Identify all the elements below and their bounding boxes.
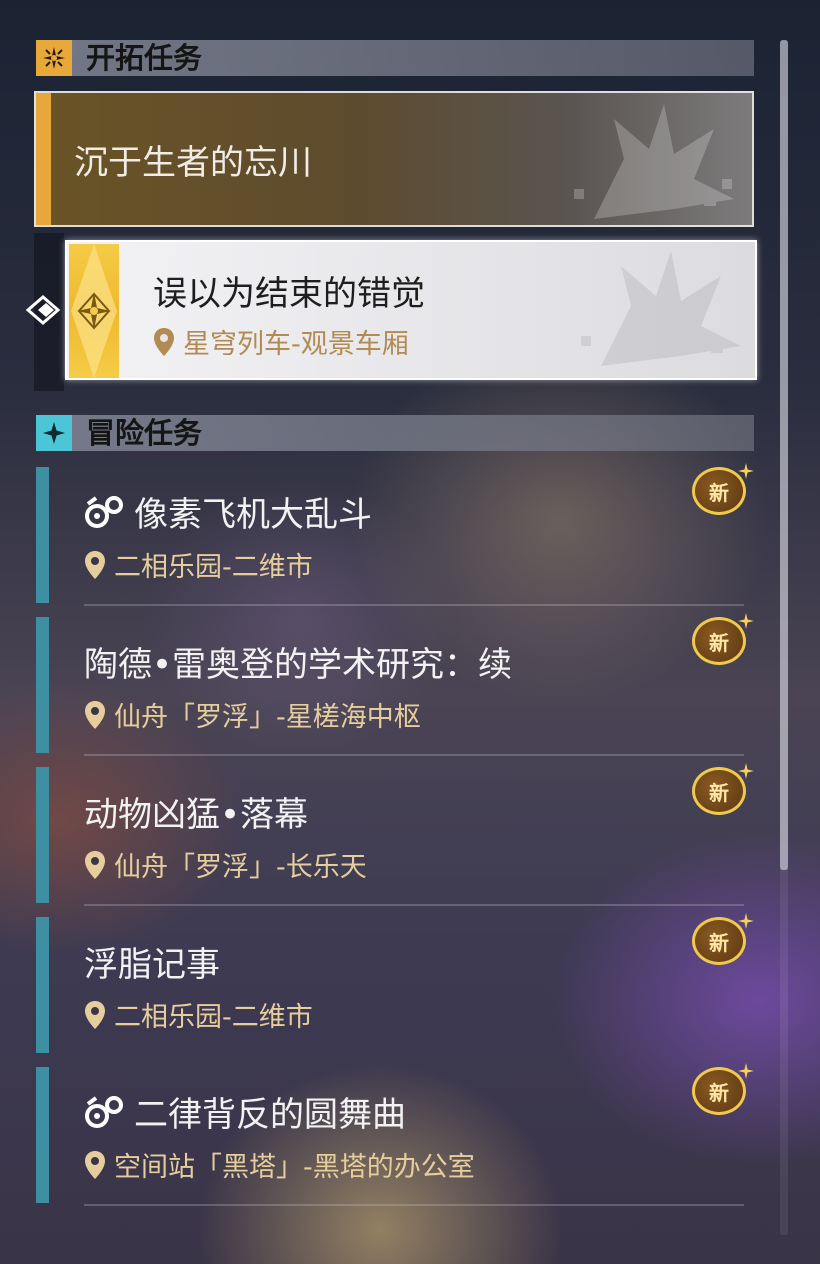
quest-accent-bar [36, 917, 49, 1053]
quest-accent-bar [36, 1067, 49, 1203]
divider [84, 904, 744, 906]
sparkle-icon [738, 913, 754, 929]
sparkle-icon [738, 463, 754, 479]
subquest-title: 误以为结束的错觉 [153, 274, 425, 314]
map-pin-icon [154, 327, 174, 356]
divider [84, 604, 744, 606]
map-pin-icon [85, 850, 105, 879]
subquest-location: 星穹列车-观景车厢 [153, 322, 409, 361]
quest-accent-bar [36, 767, 49, 903]
quest-location-text: 仙舟「罗浮」-长乐天 [114, 852, 367, 883]
quest-location: 仙舟「罗浮」-星槎海中枢 [84, 695, 421, 734]
quest-location: 二相乐园-二维市 [84, 545, 313, 584]
section-title: 开拓任务 [86, 41, 203, 75]
quest-title-row: 陶德•雷奥登的学术研究：续 [84, 637, 512, 686]
subquest-ribbon [69, 244, 119, 378]
divider [84, 754, 744, 756]
tracked-star-icon [71, 244, 117, 378]
map-pin-icon [85, 1000, 105, 1029]
quest-location-text: 仙舟「罗浮」-星槎海中枢 [114, 702, 421, 733]
scrollbar[interactable] [780, 40, 788, 1235]
four-point-star-icon [36, 415, 72, 451]
new-badge: 新 [690, 613, 754, 671]
quest-item[interactable]: 二律背反的圆舞曲 空间站「黑塔」-黑塔的办公室 新 [36, 1063, 754, 1206]
sparkle-icon [738, 763, 754, 779]
main-quest-card[interactable]: 沉于生者的忘川 [34, 91, 754, 227]
map-pin-icon [85, 550, 105, 579]
quest-location: 二相乐园-二维市 [84, 995, 313, 1034]
quest-item[interactable]: 动物凶猛•落幕 仙舟「罗浮」-长乐天 新 [36, 763, 754, 906]
quest-accent-bar [36, 467, 49, 603]
quest-title: 动物凶猛•落幕 [84, 795, 309, 835]
new-badge: 新 [690, 463, 754, 521]
quest-item[interactable]: 陶德•雷奥登的学术研究：续 仙舟「罗浮」-星槎海中枢 新 [36, 613, 754, 756]
quest-title: 陶德•雷奥登的学术研究：续 [84, 645, 513, 685]
active-subquest-card[interactable]: 误以为结束的错觉 星穹列车-观景车厢 [65, 240, 757, 380]
quest-title-row: 二律背反的圆舞曲 [84, 1087, 406, 1136]
quest-title-row: 像素飞机大乱斗 [84, 487, 372, 536]
section-title: 冒险任务 [86, 416, 203, 450]
map-pin-icon [85, 700, 105, 729]
quest-title: 浮脂记事 [84, 945, 220, 985]
dragon-emblem-icon [581, 251, 741, 366]
quest-location-text: 空间站「黑塔」-黑塔的办公室 [114, 1152, 475, 1183]
dragon-emblem-icon [574, 104, 734, 219]
subquest-location-text: 星穹列车-观景车厢 [183, 329, 409, 360]
sparkle-icon [738, 1063, 754, 1079]
quest-location-text: 二相乐园-二维市 [114, 552, 313, 583]
quest-accent-bar [36, 93, 51, 225]
new-badge: 新 [690, 913, 754, 971]
new-badge: 新 [690, 1063, 754, 1121]
track-pointer-icon [26, 295, 61, 325]
quest-location: 空间站「黑塔」-黑塔的办公室 [84, 1145, 475, 1184]
compass-star-icon [36, 40, 72, 76]
trailblaze-missions-header: 开拓任务 [36, 40, 754, 76]
quest-item[interactable]: 浮脂记事 二相乐园-二维市 新 [36, 913, 754, 1053]
sparkle-icon [738, 613, 754, 629]
adventure-missions-header: 冒险任务 [36, 415, 754, 451]
activity-event-icon [85, 495, 123, 528]
quest-title-row: 动物凶猛•落幕 [84, 787, 308, 836]
quest-location-text: 二相乐园-二维市 [114, 1002, 313, 1033]
quest-location: 仙舟「罗浮」-长乐天 [84, 845, 367, 884]
main-quest-title: 沉于生者的忘川 [74, 143, 312, 183]
scrollbar-thumb[interactable] [780, 40, 788, 870]
quest-title: 二律背反的圆舞曲 [134, 1095, 406, 1135]
new-badge: 新 [690, 763, 754, 821]
quest-item[interactable]: 像素飞机大乱斗 二相乐园-二维市 新 [36, 463, 754, 606]
quest-title-row: 浮脂记事 [84, 937, 220, 986]
quest-title: 像素飞机大乱斗 [134, 495, 372, 535]
quest-accent-bar [36, 617, 49, 753]
activity-event-icon [85, 1095, 123, 1128]
divider [84, 1204, 744, 1206]
map-pin-icon [85, 1150, 105, 1179]
